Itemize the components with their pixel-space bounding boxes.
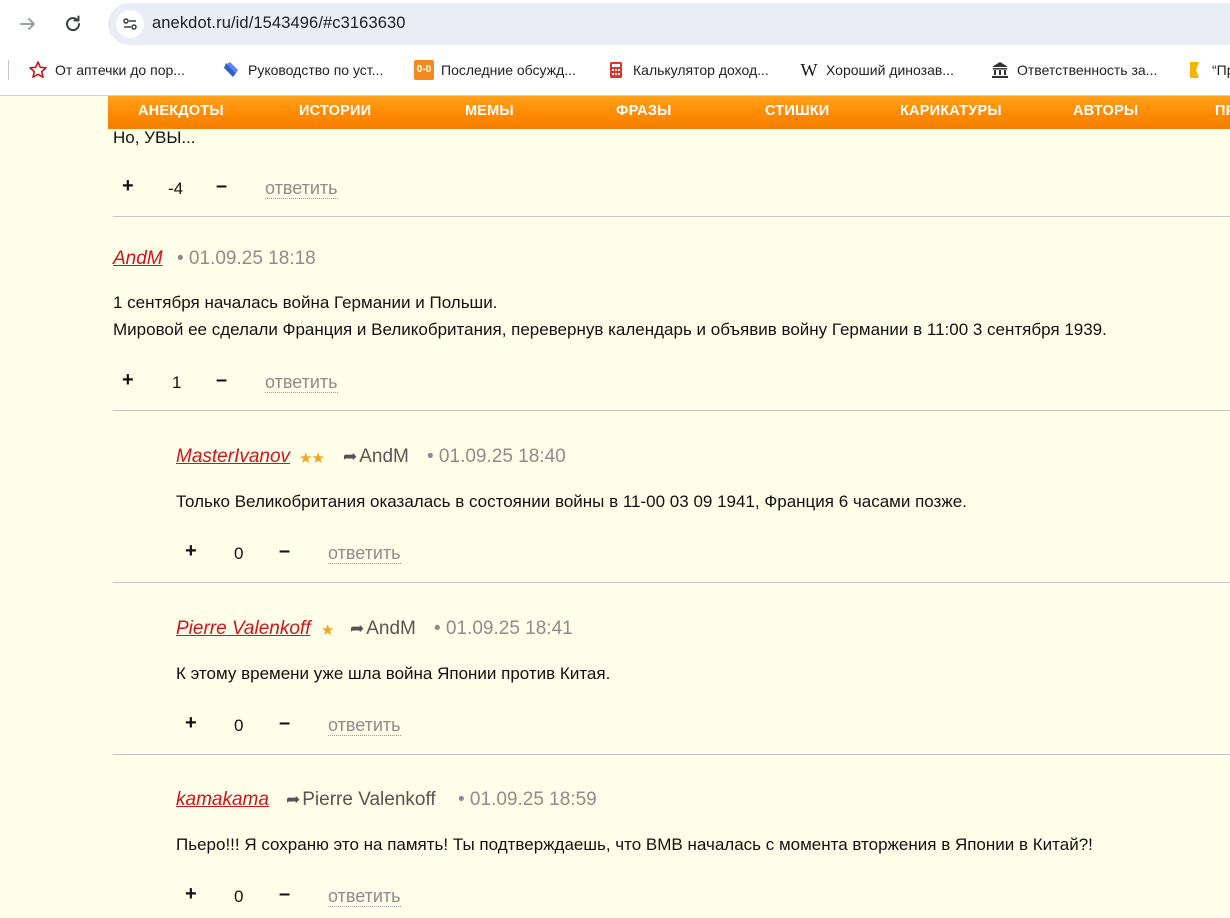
menu-frazy[interactable]: ФРАЗЫ bbox=[616, 103, 672, 119]
bookmark-4[interactable]: Калькулятор доход... bbox=[606, 58, 769, 82]
vote-minus-button[interactable]: – bbox=[279, 883, 290, 906]
comment-author[interactable]: Pierre Valenkoff bbox=[176, 618, 310, 640]
comment-divider bbox=[113, 410, 1230, 411]
vote-plus-button[interactable]: + bbox=[185, 883, 197, 906]
menu-anekdoty[interactable]: АНЕКДОТЫ bbox=[138, 103, 224, 119]
bookmark-7[interactable]: “Пр bbox=[1185, 58, 1230, 82]
reply-to-link[interactable]: ➦ AndM bbox=[350, 618, 416, 640]
bookmark-label: “Пр bbox=[1212, 62, 1230, 78]
rating-star-icon: ★ bbox=[321, 622, 334, 639]
calculator-icon bbox=[606, 60, 626, 80]
bookmark-2[interactable]: Руководство по уст... bbox=[221, 58, 383, 82]
bookmark-label: Калькулятор доход... bbox=[633, 62, 769, 78]
bookmark-label: Руководство по уст... bbox=[248, 62, 384, 78]
vote-minus-button[interactable]: – bbox=[279, 540, 290, 563]
tune-icon bbox=[123, 18, 137, 30]
menu-karikatury[interactable]: КАРИКАТУРЫ bbox=[900, 103, 1002, 119]
wikipedia-icon: W bbox=[800, 59, 818, 80]
vote-score: 0 bbox=[234, 887, 244, 906]
bookmark-1[interactable]: От аптечки до пор... bbox=[28, 58, 185, 82]
reply-arrow-icon: ➦ bbox=[350, 619, 365, 638]
comment-date: • 01.09.25 18:59 bbox=[458, 789, 597, 810]
reply-to-link[interactable]: ➦ Pierre Valenkoff bbox=[286, 789, 436, 811]
forward-arrow-icon bbox=[20, 18, 35, 30]
vote-score: 0 bbox=[234, 544, 244, 563]
bookmark-label: Ответственность за... bbox=[1017, 62, 1158, 78]
vote-plus-button[interactable]: + bbox=[122, 175, 134, 198]
menu-memy[interactable]: МЕМЫ bbox=[465, 103, 514, 119]
reply-link[interactable]: ответить bbox=[328, 886, 401, 907]
comment-text-line: 1 сентября началась война Германии и Пол… bbox=[113, 293, 498, 312]
reply-link[interactable]: ответить bbox=[328, 543, 401, 564]
reply-arrow-icon: ➦ bbox=[343, 447, 358, 466]
comment-divider bbox=[113, 754, 1230, 755]
star-outline-icon bbox=[28, 60, 48, 80]
bookmark-label: От аптечки до пор... bbox=[55, 62, 185, 78]
vote-minus-button[interactable]: – bbox=[216, 175, 227, 198]
orange-score-icon: 0-0 bbox=[414, 60, 434, 80]
reply-to-author: AndM bbox=[359, 446, 409, 467]
comment-author[interactable]: MasterIvanov bbox=[176, 446, 290, 468]
bookmark-label: Последние обсужд... bbox=[441, 62, 576, 78]
reply-arrow-icon: ➦ bbox=[286, 790, 301, 809]
vote-plus-button[interactable]: + bbox=[185, 712, 197, 735]
reply-link[interactable]: ответить bbox=[265, 178, 338, 199]
comment-text-line: К этому времени уже шла война Японии про… bbox=[176, 664, 611, 683]
comment-divider bbox=[113, 216, 1230, 217]
comment-divider bbox=[113, 582, 1230, 583]
vote-score: 1 bbox=[172, 373, 182, 392]
vote-minus-button[interactable]: – bbox=[216, 369, 227, 392]
vote-plus-button[interactable]: + bbox=[185, 540, 197, 563]
blue-shield-icon bbox=[221, 60, 241, 80]
comment-text-line: Мировой ее сделали Франция и Великобрита… bbox=[113, 320, 1107, 339]
reload-button[interactable] bbox=[58, 9, 88, 39]
reply-link[interactable]: ответить bbox=[328, 715, 401, 736]
menu-avtory[interactable]: АВТОРЫ bbox=[1073, 103, 1138, 119]
rating-stars-icon: ★★ bbox=[299, 450, 325, 467]
forward-button[interactable] bbox=[13, 9, 43, 39]
reply-to-author: Pierre Valenkoff bbox=[302, 789, 436, 810]
yellow-bookmark-icon bbox=[1185, 60, 1205, 80]
site-info-button[interactable] bbox=[116, 10, 144, 38]
comment-date: • 01.09.25 18:40 bbox=[427, 446, 566, 467]
bookmark-3[interactable]: 0-0 Последние обсужд... bbox=[414, 58, 576, 82]
menu-pr[interactable]: ПР bbox=[1215, 103, 1230, 119]
institution-icon bbox=[990, 60, 1010, 80]
comment-date: • 01.09.25 18:41 bbox=[434, 618, 573, 639]
url-text[interactable]: anekdot.ru/id/1543496/#c3163630 bbox=[152, 14, 406, 33]
bookmark-label: Хороший динозав... bbox=[826, 62, 954, 78]
vote-plus-button[interactable]: + bbox=[122, 369, 134, 392]
vote-minus-button[interactable]: – bbox=[279, 712, 290, 735]
site-menu: АНЕКДОТЫ ИСТОРИИ МЕМЫ ФРАЗЫ СТИШКИ КАРИК… bbox=[108, 96, 1230, 129]
vote-score: -4 bbox=[168, 179, 184, 198]
address-bar[interactable]: anekdot.ru/id/1543496/#c3163630 bbox=[108, 3, 1230, 45]
menu-stishki[interactable]: СТИШКИ bbox=[765, 103, 829, 119]
bookmark-6[interactable]: Ответственность за... bbox=[990, 58, 1157, 82]
comment-text-line: Только Великобритания оказалась в состоя… bbox=[176, 492, 967, 511]
comment-text-line: Пьеро!!! Я сохраню это на память! Ты под… bbox=[176, 835, 1093, 854]
reply-to-author: AndM bbox=[366, 618, 416, 639]
reply-link[interactable]: ответить bbox=[265, 372, 338, 393]
comment-author[interactable]: kamakama bbox=[176, 789, 269, 811]
bookmark-5[interactable]: W Хороший динозав... bbox=[799, 58, 954, 82]
bookmarks-separator bbox=[8, 60, 9, 80]
reply-to-link[interactable]: ➦ AndM bbox=[343, 446, 409, 468]
comment-author[interactable]: AndM bbox=[113, 248, 163, 270]
reload-icon bbox=[66, 15, 81, 32]
comment-date: • 01.09.25 18:18 bbox=[177, 248, 316, 269]
browser-chrome: anekdot.ru/id/1543496/#c3163630 От аптеч… bbox=[0, 0, 1230, 96]
bookmarks-bar: От аптечки до пор... Руководство по уст.… bbox=[0, 52, 1230, 88]
vote-score: 0 bbox=[234, 716, 244, 735]
menu-istorii[interactable]: ИСТОРИИ bbox=[299, 103, 371, 119]
